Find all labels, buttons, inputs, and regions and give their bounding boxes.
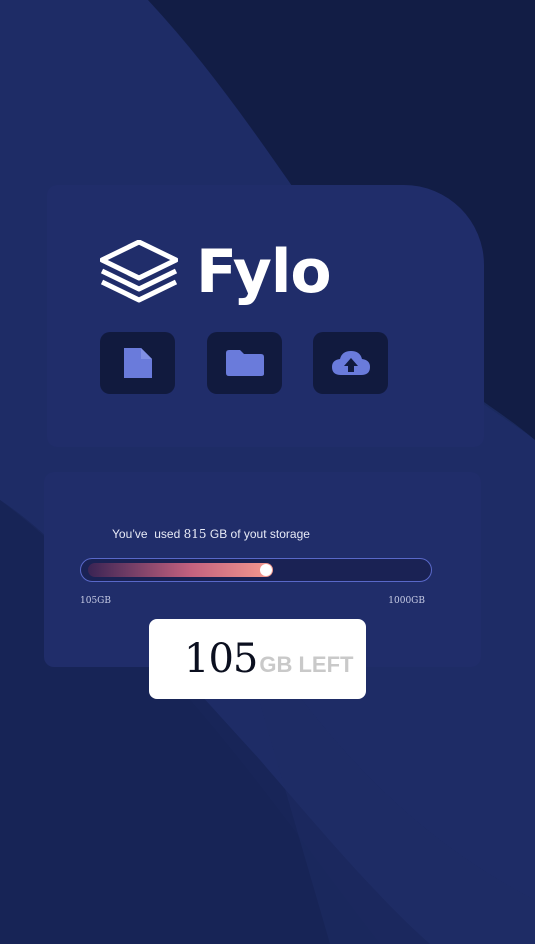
scale-max-label: 1000GB [388, 596, 425, 606]
usage-prefix: You’ve used [112, 527, 184, 541]
storage-progress-fill [88, 563, 273, 577]
folder-button[interactable] [207, 332, 282, 394]
brand-name: Fylo [196, 237, 332, 307]
document-icon [123, 348, 152, 378]
upload-button[interactable] [313, 332, 388, 394]
document-button[interactable] [100, 332, 175, 394]
logo: Fylo [100, 237, 332, 307]
used-amount: 815 [183, 527, 207, 541]
storage-remaining-badge: 105 GB LEFT [149, 619, 366, 699]
cloud-upload-icon [331, 351, 370, 375]
remaining-unit: GB LEFT [259, 652, 354, 677]
usage-suffix: GB of yout storage [206, 527, 310, 541]
progress-knob [260, 564, 272, 576]
brand-card: Fylo [47, 185, 484, 447]
storage-progress-bar [80, 558, 432, 582]
app-root: Fylo You’ve used 815 GB of yout storage [0, 0, 535, 944]
scale-min-label: 105GB [80, 596, 111, 606]
storage-usage-text: You’ve used 815 GB of yout storage [112, 527, 310, 541]
remaining-value: 105 [184, 636, 258, 682]
folder-icon [225, 350, 264, 376]
stacked-layers-icon [100, 240, 178, 303]
